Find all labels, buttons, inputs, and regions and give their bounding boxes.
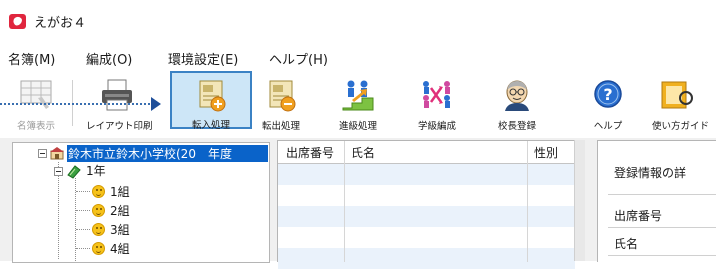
help-button[interactable]: ? ヘルプ [588, 72, 628, 134]
menu-meibo[interactable]: 名簿(M) [8, 49, 55, 68]
table-row[interactable] [278, 227, 575, 248]
promotion-icon [342, 80, 374, 111]
callout-arrow-line [0, 103, 150, 105]
transfer-out-icon [269, 80, 296, 112]
student-grid[interactable]: 出席番号 氏名 性別 [277, 140, 575, 269]
tree-grade-node[interactable]: 1年 [86, 162, 106, 179]
column-header-name[interactable]: 氏名 [351, 144, 375, 161]
divider [608, 255, 716, 256]
transfer-in-button[interactable]: 転入処理 [170, 71, 252, 131]
registration-detail-panel: 登録情報の詳 出席番号 氏名 [597, 140, 716, 262]
guide-icon [661, 81, 693, 109]
tree-connector [76, 229, 90, 230]
menu-help[interactable]: ヘルプ(H) [269, 49, 328, 68]
class-formation-button[interactable]: 学級編成 [408, 72, 466, 134]
promotion-button[interactable]: 進級処理 [330, 72, 386, 134]
transfer-out-label: 転出処理 [261, 121, 300, 132]
title-bar: えがお４ [0, 0, 716, 42]
app-heart-icon [9, 14, 26, 29]
table-row[interactable] [278, 164, 575, 185]
column-divider [527, 141, 528, 262]
column-divider [344, 141, 345, 262]
table-row[interactable] [278, 248, 575, 269]
principal-icon [505, 80, 529, 111]
window-title: えがお４ [34, 16, 87, 31]
class-smiley-icon [92, 223, 105, 236]
callout-arrow-head-icon [151, 97, 161, 111]
divider [608, 227, 716, 228]
tree-class-node[interactable]: 1組 [110, 183, 130, 200]
tree-root-collapse-icon[interactable] [38, 149, 47, 158]
tree-connector [76, 248, 90, 249]
class-smiley-icon [92, 204, 105, 217]
grid-header: 出席番号 氏名 性別 [278, 141, 575, 164]
class-smiley-icon [92, 185, 105, 198]
grid-list-icon [20, 80, 52, 109]
menu-bar: 名簿(M) 編成(O) 環境設定(E) ヘルプ(H) [0, 42, 716, 72]
tree-class-node[interactable]: 2組 [110, 202, 130, 219]
usage-guide-button[interactable]: 使い方ガイド [646, 72, 716, 134]
table-row[interactable] [278, 185, 575, 206]
class-smiley-icon [92, 242, 105, 255]
tree-connector [58, 162, 59, 259]
svg-text:?: ? [603, 85, 612, 104]
column-header-gender[interactable]: 性別 [534, 144, 558, 161]
layout-print-label: レイアウト印刷 [86, 121, 153, 132]
column-header-attendance-no[interactable]: 出席番号 [286, 144, 334, 161]
transfer-in-label: 転入処理 [191, 120, 230, 131]
promotion-label: 進級処理 [338, 121, 377, 132]
tree-grade-collapse-icon[interactable] [54, 167, 63, 176]
roster-view-label: 名簿表示 [16, 121, 55, 132]
detail-field-attendance-no: 出席番号 [614, 209, 663, 223]
tree-class-node[interactable]: 4組 [110, 240, 130, 257]
transfer-out-button[interactable]: 転出処理 [256, 72, 306, 134]
help-icon: ? [594, 80, 622, 108]
tree-school-node[interactable]: 鈴木市立鈴木小学校(20 年度 [68, 145, 232, 162]
grid-scrollbar[interactable] [574, 140, 585, 261]
school-icon [50, 147, 64, 160]
class-formation-label: 学級編成 [417, 121, 456, 132]
menu-hensei[interactable]: 編成(O) [86, 49, 132, 68]
menu-kankyo-settei[interactable]: 環境設定(E) [168, 49, 238, 68]
help-label: ヘルプ [593, 121, 623, 132]
transfer-in-icon [199, 80, 226, 112]
principal-register-button[interactable]: 校長登録 [490, 72, 544, 134]
table-row[interactable] [278, 206, 575, 227]
tree-connector [76, 210, 90, 211]
principal-register-label: 校長登録 [497, 121, 536, 132]
detail-panel-title: 登録情報の詳 [614, 166, 687, 180]
usage-guide-label: 使い方ガイド [652, 121, 710, 132]
printer-icon [102, 79, 132, 111]
tree-connector [76, 191, 90, 192]
class-formation-icon [423, 81, 450, 108]
divider [608, 194, 716, 195]
grade-book-icon [67, 165, 81, 179]
detail-field-name: 氏名 [614, 237, 639, 251]
tree-class-node[interactable]: 3組 [110, 221, 130, 238]
